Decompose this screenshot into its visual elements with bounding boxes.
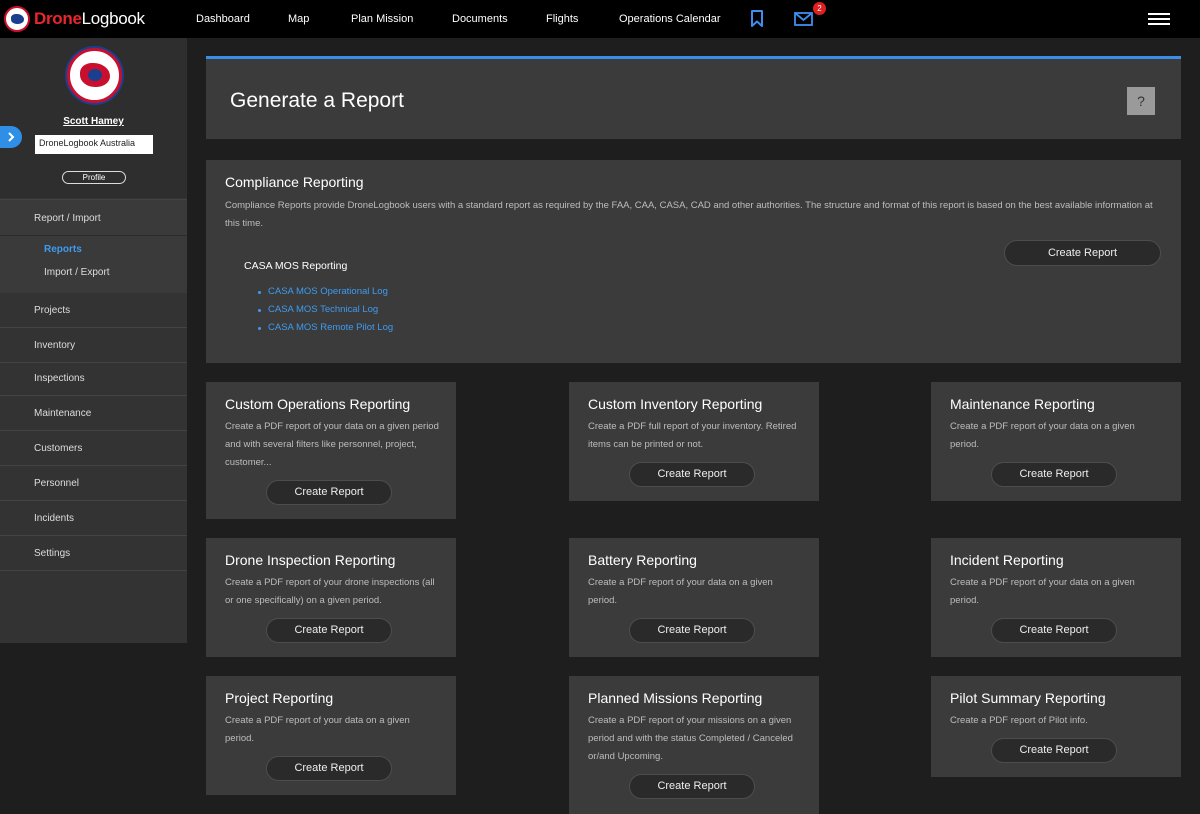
mail-icon[interactable]	[794, 12, 813, 26]
report-card-title: Drone Inspection Reporting	[225, 552, 396, 568]
create-report-button[interactable]: Create Report	[266, 618, 392, 643]
report-card: Battery Reporting Create a PDF report of…	[569, 538, 819, 657]
compliance-create-report-button[interactable]: Create Report	[1004, 240, 1161, 266]
report-card: Custom Operations Reporting Create a PDF…	[206, 382, 456, 519]
casa-mos-operational-log-link[interactable]: CASA MOS Operational Log	[258, 286, 393, 304]
report-card-description: Create a PDF report of your data on a gi…	[225, 715, 410, 744]
create-report-button[interactable]: Create Report	[991, 738, 1117, 763]
casa-mos-link-list: CASA MOS Operational Log CASA MOS Techni…	[258, 286, 393, 340]
report-card-description: Create a PDF report of your data on a gi…	[588, 577, 773, 606]
report-card-description: Create a PDF report of your data on a gi…	[950, 421, 1135, 450]
report-card: Incident Reporting Create a PDF report o…	[931, 538, 1181, 657]
compliance-title: Compliance Reporting	[225, 174, 364, 190]
help-button[interactable]: ?	[1127, 87, 1155, 115]
report-card-title: Custom Inventory Reporting	[588, 396, 763, 412]
sidebar-item-label: Customers	[34, 443, 83, 454]
sidebar-item-label: Inventory	[34, 340, 76, 351]
compliance-description: Compliance Reports provide DroneLogbook …	[225, 200, 1153, 229]
report-card-description: Create a PDF report of your data on a gi…	[225, 421, 439, 468]
nav-flights[interactable]: Flights	[546, 13, 578, 25]
chevron-right-icon	[8, 132, 15, 142]
report-card: Custom Inventory Reporting Create a PDF …	[569, 382, 819, 501]
nav-documents[interactable]: Documents	[452, 13, 508, 25]
report-card-title: Maintenance Reporting	[950, 396, 1095, 412]
avatar[interactable]	[67, 48, 122, 103]
sidebar-item-label: Projects	[34, 305, 71, 316]
sidebar-submenu: Reports Import / Export	[0, 236, 187, 293]
report-card-description: Create a PDF report of Pilot info.	[950, 715, 1088, 726]
nav-plan-mission[interactable]: Plan Mission	[351, 13, 413, 25]
report-card-description: Create a PDF report of your data on a gi…	[950, 577, 1135, 606]
create-report-button[interactable]: Create Report	[991, 462, 1117, 487]
sidebar-item-inventory[interactable]: Inventory	[0, 328, 187, 363]
logo-text-logbook: Logbook	[81, 9, 145, 28]
report-card-title: Planned Missions Reporting	[588, 690, 763, 706]
report-card-description: Create a PDF report of your missions on …	[588, 715, 793, 762]
sidebar-item-customers[interactable]: Customers	[0, 431, 187, 466]
sidebar-item-settings[interactable]: Settings	[0, 536, 187, 571]
sidebar-item-projects[interactable]: Projects	[0, 293, 187, 328]
nav-map[interactable]: Map	[288, 13, 309, 25]
sidebar-item-maintenance[interactable]: Maintenance	[0, 396, 187, 431]
report-card-description: Create a PDF report of your drone inspec…	[225, 577, 435, 606]
report-card: Maintenance Reporting Create a PDF repor…	[931, 382, 1181, 501]
report-card: Project Reporting Create a PDF report of…	[206, 676, 456, 795]
report-card-description: Create a PDF full report of your invento…	[588, 421, 797, 450]
report-card: Planned Missions Reporting Create a PDF …	[569, 676, 819, 814]
sidebar-item-personnel[interactable]: Personnel	[0, 466, 187, 501]
logo-mark-icon	[4, 6, 30, 32]
profile-button[interactable]: Profile	[62, 171, 126, 184]
hamburger-menu-icon[interactable]	[1148, 13, 1170, 25]
main-content: Generate a Report ? Compliance Reporting…	[187, 38, 1200, 814]
compliance-reporting-panel: Compliance Reporting Compliance Reports …	[206, 160, 1181, 363]
sidebar-subitem-import-export[interactable]: Import / Export	[44, 267, 110, 278]
report-card: Pilot Summary Reporting Create a PDF rep…	[931, 676, 1181, 777]
sidebar-section-label: Report / Import	[34, 213, 101, 224]
page-title: Generate a Report	[230, 89, 404, 112]
sidebar-item-inspections[interactable]: Inspections	[0, 361, 187, 396]
create-report-button[interactable]: Create Report	[266, 480, 392, 505]
create-report-button[interactable]: Create Report	[266, 756, 392, 781]
report-card-title: Project Reporting	[225, 690, 334, 706]
page-header: Generate a Report ?	[206, 56, 1181, 139]
sidebar-item-incidents[interactable]: Incidents	[0, 501, 187, 536]
create-report-button[interactable]: Create Report	[991, 618, 1117, 643]
nav-dashboard[interactable]: Dashboard	[196, 13, 250, 25]
create-report-button[interactable]: Create Report	[629, 462, 755, 487]
casa-mos-technical-log-link[interactable]: CASA MOS Technical Log	[258, 304, 393, 322]
sidebar-item-label: Settings	[34, 548, 71, 559]
sidebar-item-label: Inspections	[34, 373, 85, 384]
bookmark-icon[interactable]	[750, 10, 764, 27]
report-card: Drone Inspection Reporting Create a PDF …	[206, 538, 456, 657]
nav-operations-calendar[interactable]: Operations Calendar	[619, 13, 721, 25]
sidebar-section-report-import[interactable]: Report / Import	[0, 199, 187, 236]
report-card-title: Incident Reporting	[950, 552, 1064, 568]
organization-select[interactable]: DroneLogbook Australia	[35, 135, 153, 154]
create-report-button[interactable]: Create Report	[629, 774, 755, 799]
top-navbar: DroneLogbook Dashboard Map Plan Mission …	[0, 0, 1200, 38]
profile-area: Scott Hamey DroneLogbook Australia Profi…	[0, 38, 187, 198]
casa-mos-subtitle: CASA MOS Reporting	[244, 260, 348, 272]
sidebar-item-label: Maintenance	[34, 408, 92, 419]
app-logo[interactable]: DroneLogbook	[4, 5, 145, 33]
report-card-title: Battery Reporting	[588, 552, 697, 568]
mail-badge: 2	[813, 2, 826, 15]
report-card-title: Custom Operations Reporting	[225, 396, 411, 412]
logo-text-drone: Drone	[34, 9, 82, 28]
sidebar-item-label: Incidents	[34, 513, 75, 524]
create-report-button[interactable]: Create Report	[629, 618, 755, 643]
sidebar: Scott Hamey DroneLogbook Australia Profi…	[0, 38, 187, 643]
casa-mos-remote-pilot-log-link[interactable]: CASA MOS Remote Pilot Log	[258, 322, 393, 340]
sidebar-item-label: Personnel	[34, 478, 80, 489]
sidebar-subitem-reports[interactable]: Reports	[44, 244, 82, 255]
user-name-link[interactable]: Scott Hamey	[0, 116, 187, 127]
report-card-title: Pilot Summary Reporting	[950, 690, 1106, 706]
sidebar-toggle-button[interactable]	[0, 126, 22, 148]
